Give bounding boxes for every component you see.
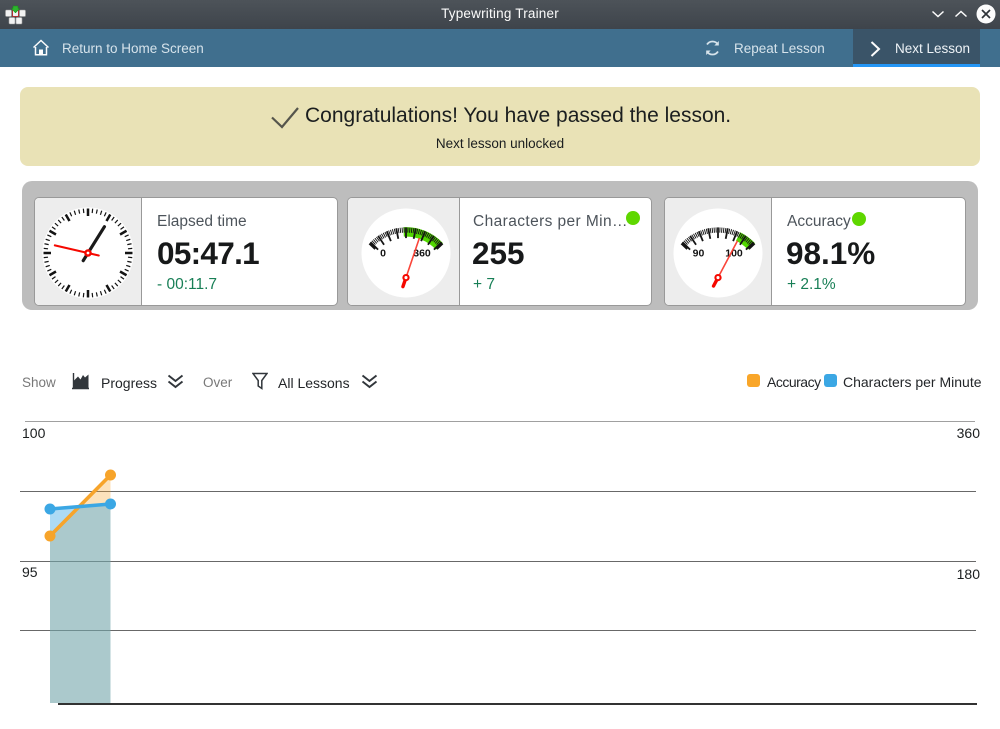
svg-text:360: 360 [957,425,981,441]
svg-text:95: 95 [22,564,38,580]
svg-text:100: 100 [22,425,46,441]
svg-text:90: 90 [693,248,705,260]
svg-text:0: 0 [380,248,386,260]
svg-text:180: 180 [957,566,981,582]
